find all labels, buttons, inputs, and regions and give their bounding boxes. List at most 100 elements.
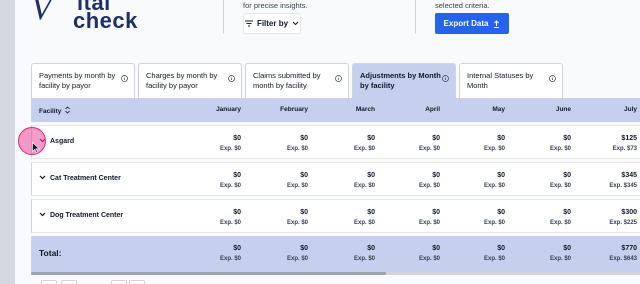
amount: $0: [563, 135, 571, 142]
logo-word-2: check: [73, 8, 138, 33]
value-cell: $0 Exp. $0: [248, 134, 308, 154]
tab-internal-statuses[interactable]: Internal Statuses by Month: [459, 63, 563, 99]
expected-amount: Exp. $345: [609, 183, 637, 189]
tab-payments[interactable]: Payments by month by facility by payor: [31, 63, 135, 99]
pagination-button[interactable]: [111, 280, 127, 284]
table-row[interactable]: Asgard $0 Exp. $0 $0 Exp. $0 $0 Exp. $0 $0 E…: [31, 125, 640, 159]
amount: $770: [621, 245, 637, 252]
logo-wordmark: ital check: [73, 0, 138, 33]
month-header: June: [555, 106, 571, 113]
sidebar: [0, 0, 15, 284]
amount: $0: [563, 245, 571, 252]
facility-sort-header[interactable]: Facility: [39, 106, 71, 116]
amount: $0: [300, 245, 308, 252]
amount: $0: [300, 135, 308, 142]
value-cell: $0 Exp. $0: [511, 134, 571, 154]
filter-hint: for precise insights.: [243, 1, 308, 10]
tab-adjustments[interactable]: Adjustments by Month by facility: [352, 63, 456, 99]
facility-cell[interactable]: Cat Treatment Center: [39, 175, 121, 182]
amount: $0: [432, 135, 440, 142]
amount: $0: [367, 135, 375, 142]
value-cell: $0 Exp. $0: [380, 208, 440, 228]
facility-cell[interactable]: Dog Treatment Center: [39, 212, 123, 219]
logo-letter: V: [31, 0, 52, 27]
month-header: February: [280, 106, 308, 113]
amount: $300: [621, 209, 637, 216]
expected-amount: Exp. $0: [418, 220, 440, 226]
expected-amount: Exp. $0: [483, 146, 505, 152]
amount: $0: [233, 172, 241, 179]
expected-amount: Exp. $0: [353, 146, 375, 152]
info-icon[interactable]: [549, 75, 556, 85]
total-label: Total:: [39, 248, 62, 258]
table-row[interactable]: Cat Treatment Center $0 Exp. $0 $0 Exp. $0…: [31, 162, 640, 196]
sort-icon: [65, 106, 71, 116]
tab-charges[interactable]: Charges by month by facility by payor: [138, 63, 242, 99]
value-cell: $0 Exp. $0: [315, 244, 375, 264]
value-cell: $0 Exp. $0: [315, 208, 375, 228]
adjustments-table: Facility January February March April Ma…: [31, 98, 640, 272]
month-header: April: [425, 106, 440, 113]
main-content: V ital check for precise insights. Filte…: [15, 0, 640, 284]
divider: [415, 0, 416, 34]
value-cell: $0 Exp. $0: [315, 134, 375, 154]
mouse-cursor-icon: [32, 140, 40, 158]
chevron-down-icon[interactable]: [39, 175, 46, 182]
value-cell: $0 Exp. $0: [445, 208, 505, 228]
tab-label: Internal Statuses by Month: [467, 71, 534, 90]
value-cell: $0 Exp. $0: [380, 134, 440, 154]
divider: [223, 0, 224, 34]
expected-amount: Exp. $0: [549, 220, 571, 226]
amount: $0: [367, 172, 375, 179]
tab-label: Adjustments by Month by facility: [360, 71, 441, 90]
month-header: May: [492, 106, 505, 113]
export-label: Export Data: [443, 19, 489, 28]
chevron-down-icon[interactable]: [39, 212, 46, 219]
value-cell: $0 Exp. $0: [511, 208, 571, 228]
table-row[interactable]: Dog Treatment Center $0 Exp. $0 $0 Exp. $0…: [31, 199, 640, 233]
tab-label: Claims submitted by month by facility: [253, 71, 321, 90]
amount: $0: [432, 245, 440, 252]
expected-amount: Exp. $0: [418, 183, 440, 189]
amount: $0: [233, 245, 241, 252]
amount: $0: [497, 135, 505, 142]
expected-amount: Exp. $0: [418, 256, 440, 262]
expected-amount: Exp. $0: [219, 146, 241, 152]
expected-amount: Exp. $0: [483, 220, 505, 226]
export-hint: selected criteria.: [435, 1, 490, 10]
tab-claims[interactable]: Claims submitted by month by facility: [245, 63, 349, 99]
value-cell: $0 Exp. $0: [181, 208, 241, 228]
info-icon[interactable]: [335, 75, 342, 85]
app-logo: V ital check: [31, 0, 151, 32]
expected-amount: Exp. $0: [286, 146, 308, 152]
info-icon[interactable]: [442, 75, 449, 85]
pagination-button[interactable]: [129, 280, 145, 284]
total-row: Total: $0 Exp. $0 $0 Exp. $0 $0 Exp. $0 $0 E…: [31, 236, 640, 272]
info-icon[interactable]: [121, 75, 128, 85]
scrollbar-thumb[interactable]: [31, 272, 386, 275]
expected-amount: Exp. $0: [286, 220, 308, 226]
month-header: July: [623, 106, 637, 113]
pagination-button[interactable]: [41, 280, 57, 284]
amount: $0: [233, 209, 241, 216]
amount: $345: [621, 172, 637, 179]
expected-amount: Exp. $225: [609, 220, 637, 226]
value-cell: $0 Exp. $0: [248, 244, 308, 264]
value-cell: $770 Exp. $643: [577, 244, 637, 264]
facility-name: Cat Treatment Center: [50, 175, 121, 182]
value-cell: $345 Exp. $345: [577, 171, 637, 191]
expected-amount: Exp. $0: [353, 256, 375, 262]
table-header: Facility January February March April Ma…: [31, 98, 640, 122]
chevron-down-icon: [292, 21, 299, 26]
export-data-button[interactable]: Export Data: [435, 13, 509, 34]
info-icon[interactable]: [228, 75, 235, 85]
filter-icon: [244, 20, 253, 27]
amount: $0: [432, 209, 440, 216]
expected-amount: Exp. $0: [353, 183, 375, 189]
expected-amount: Exp. $0: [549, 256, 571, 262]
amount: $0: [432, 172, 440, 179]
filter-by-button[interactable]: Filter by: [243, 13, 301, 34]
value-cell: $300 Exp. $225: [577, 208, 637, 228]
pagination-button[interactable]: [61, 280, 77, 284]
amount: $125: [621, 135, 637, 142]
